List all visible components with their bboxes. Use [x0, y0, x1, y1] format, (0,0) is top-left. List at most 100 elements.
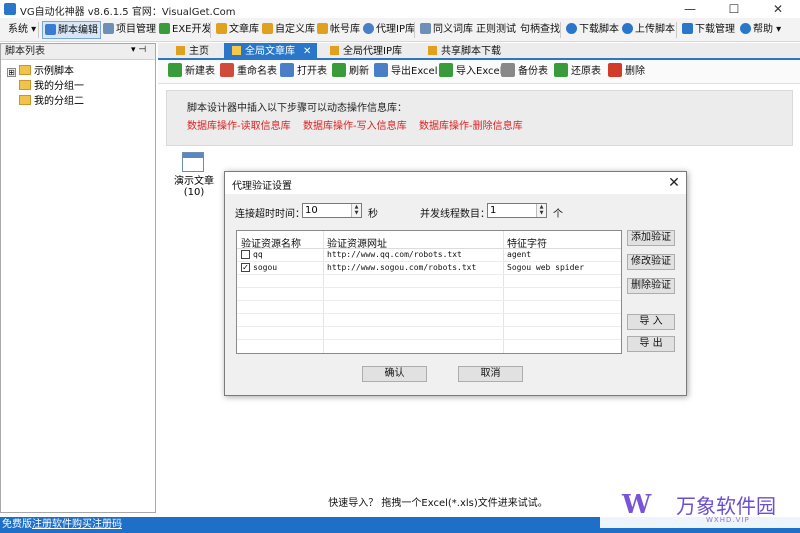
panel-pin-icon[interactable]: ▾ ⊣ — [131, 45, 146, 55]
menu-project-manager[interactable]: 项目管理 — [101, 21, 158, 39]
project-icon — [103, 23, 114, 34]
buy-code-link[interactable]: 购买注册码 — [72, 517, 122, 533]
folder-icon — [19, 80, 31, 90]
export-excel-button[interactable]: 导出Excel — [374, 63, 438, 81]
row-divider — [237, 326, 621, 327]
home-icon — [176, 46, 185, 55]
refresh-button[interactable]: 刷新 — [332, 63, 369, 81]
menu-proxy-ip-lib[interactable]: 代理IP库 — [361, 21, 417, 39]
maximize-button[interactable]: ☐ — [712, 0, 756, 18]
tab-shared-script-download[interactable]: 共享脚本下载 — [420, 43, 507, 60]
tab-global-proxy-ip-lib[interactable]: 全局代理IP库 — [322, 43, 408, 60]
dialog-close-button[interactable]: ✕ — [665, 174, 683, 192]
menu-exe-dev[interactable]: EXE开发 — [157, 21, 214, 39]
confirm-button[interactable]: 确认 — [362, 366, 427, 382]
tree-expand-icon[interactable]: ⊞ — [7, 68, 16, 77]
custom-lib-icon — [262, 23, 273, 34]
menu-system[interactable]: 系统 ▾ — [6, 21, 38, 39]
link-read-infolib[interactable]: 数据库操作-读取信息库 — [187, 117, 291, 132]
proxy-verify-dialog: 代理验证设置 ✕ 连接超时时间： 10 ▲ ▼ 秒 并发线程数目： 1 ▲ ▼ 个 … — [224, 171, 687, 396]
menu-help[interactable]: 帮助 ▾ — [738, 21, 783, 39]
open-table-button[interactable]: 打开表 — [280, 63, 327, 81]
menu-script-edit[interactable]: 脚本编辑 — [42, 21, 101, 39]
table-icon[interactable] — [182, 152, 204, 172]
rename-table-button[interactable]: 重命名表 — [220, 63, 277, 81]
register-link[interactable]: 注册软件 — [32, 517, 72, 533]
threads-spinner[interactable]: 1 ▲ ▼ — [487, 203, 547, 218]
menu-synonym-lib[interactable]: 同义词库 — [418, 21, 475, 39]
menu-custom-lib[interactable]: 自定义库 — [260, 21, 317, 39]
timeout-unit: 秒 — [368, 209, 378, 220]
new-table-button[interactable]: 新建表 — [168, 63, 215, 81]
info-panel: 脚本设计器中插入以下步骤可以动态操作信息库： 数据库操作-读取信息库 数据库操作… — [166, 90, 793, 146]
menu-account-lib[interactable]: 帐号库 — [315, 21, 362, 39]
backup-table-button[interactable]: 备份表 — [501, 63, 548, 81]
title-bar: VG自动化神器 v8.6.1.5 官网：VisualGet.Com — ☐ ✕ — [0, 0, 800, 18]
tree-item-group-two[interactable]: 我的分组二 — [19, 94, 84, 109]
exe-icon — [159, 23, 170, 34]
import-excel-icon — [439, 63, 453, 77]
row-checkbox[interactable] — [241, 250, 250, 259]
export-button[interactable]: 导 出 — [627, 336, 675, 352]
row-checkbox-checked[interactable]: ✓ — [241, 263, 250, 272]
timeout-value: 10 — [305, 205, 318, 216]
toolbar-separator — [676, 22, 677, 38]
import-excel-button[interactable]: 导入Excel — [439, 63, 503, 81]
link-write-infolib[interactable]: 数据库操作-写入信息库 — [303, 117, 407, 132]
main-toolbar: 系统 ▾ 脚本编辑 项目管理 EXE开发 文章库 自定义库 帐号库 代理IP库 … — [0, 18, 800, 42]
row-divider — [237, 313, 621, 314]
delete-icon — [608, 63, 622, 77]
content-toolbar: 新建表 重命名表 打开表 刷新 导出Excel 导入Excel 备份表 还原表 … — [158, 60, 800, 84]
delete-verify-button[interactable]: 删除验证 — [627, 278, 675, 294]
cell-feature: agent — [507, 250, 532, 259]
script-edit-icon — [45, 24, 56, 35]
menu-download-manager[interactable]: 下载管理 — [680, 21, 737, 39]
tab-global-article-lib[interactable]: 全局文章库 ✕ — [224, 43, 318, 60]
add-verify-button[interactable]: 添加验证 — [627, 230, 675, 246]
verify-resource-list[interactable]: 验证资源名称 验证资源网址 特征字符 qq http://www.qq.com/… — [236, 230, 622, 354]
spinner-arrows-icon[interactable]: ▲ ▼ — [351, 204, 361, 217]
delete-button[interactable]: 删除 — [608, 63, 645, 81]
table-item-demo-articles[interactable]: 演示文章 (10) — [172, 176, 216, 198]
close-button[interactable]: ✕ — [756, 0, 800, 18]
cell-name: qq — [253, 250, 263, 259]
threads-value: 1 — [490, 205, 497, 216]
spinner-arrows-icon[interactable]: ▲ ▼ — [536, 204, 546, 217]
open-table-icon — [280, 63, 294, 77]
window-title: VG自动化神器 v8.6.1.5 官网：VisualGet.Com — [20, 7, 236, 18]
tab-close-icon[interactable]: ✕ — [303, 46, 311, 57]
menu-upload-script[interactable]: 上传脚本 — [620, 21, 677, 39]
menu-regex-test[interactable]: 正则测试 — [474, 21, 518, 39]
timeout-spinner[interactable]: 10 ▲ ▼ — [302, 203, 362, 218]
menu-handle-finder[interactable]: 句柄查找 — [518, 21, 562, 39]
row-divider — [237, 300, 621, 301]
import-button[interactable]: 导 入 — [627, 314, 675, 330]
menu-article-lib[interactable]: 文章库 — [214, 21, 261, 39]
new-table-icon — [168, 63, 182, 77]
tree-item-sample-scripts[interactable]: ⊞ 示例脚本 — [7, 64, 74, 79]
table-count: (10) — [183, 187, 205, 198]
app-logo-icon — [4, 3, 16, 15]
edit-verify-button[interactable]: 修改验证 — [627, 254, 675, 270]
export-excel-icon — [374, 63, 388, 77]
table-row[interactable]: ✓ sogou http://www.sogou.com/robots.txt … — [237, 262, 621, 274]
cell-feature: Sogou web spider — [507, 263, 585, 272]
tab-bar: 主页 全局文章库 ✕ 全局代理IP库 共享脚本下载 — [158, 43, 800, 60]
restore-table-button[interactable]: 还原表 — [554, 63, 601, 81]
link-delete-infolib[interactable]: 数据库操作-删除信息库 — [419, 117, 523, 132]
article-lib-icon — [232, 46, 241, 55]
table-row[interactable]: qq http://www.qq.com/robots.txt agent — [237, 249, 621, 261]
folder-icon — [19, 95, 31, 105]
cell-name: sogou — [253, 263, 278, 272]
tab-home[interactable]: 主页 — [168, 43, 215, 60]
tree-item-group-one[interactable]: 我的分组一 — [19, 79, 84, 94]
cancel-button[interactable]: 取消 — [458, 366, 523, 382]
download-icon — [428, 46, 437, 55]
help-icon — [740, 23, 751, 34]
toolbar-separator — [38, 22, 39, 38]
download-manager-icon — [682, 23, 693, 34]
threads-label: 并发线程数目： — [420, 209, 490, 220]
row-divider — [237, 274, 621, 275]
menu-download-script[interactable]: 下载脚本 — [564, 21, 621, 39]
minimize-button[interactable]: — — [668, 0, 712, 18]
